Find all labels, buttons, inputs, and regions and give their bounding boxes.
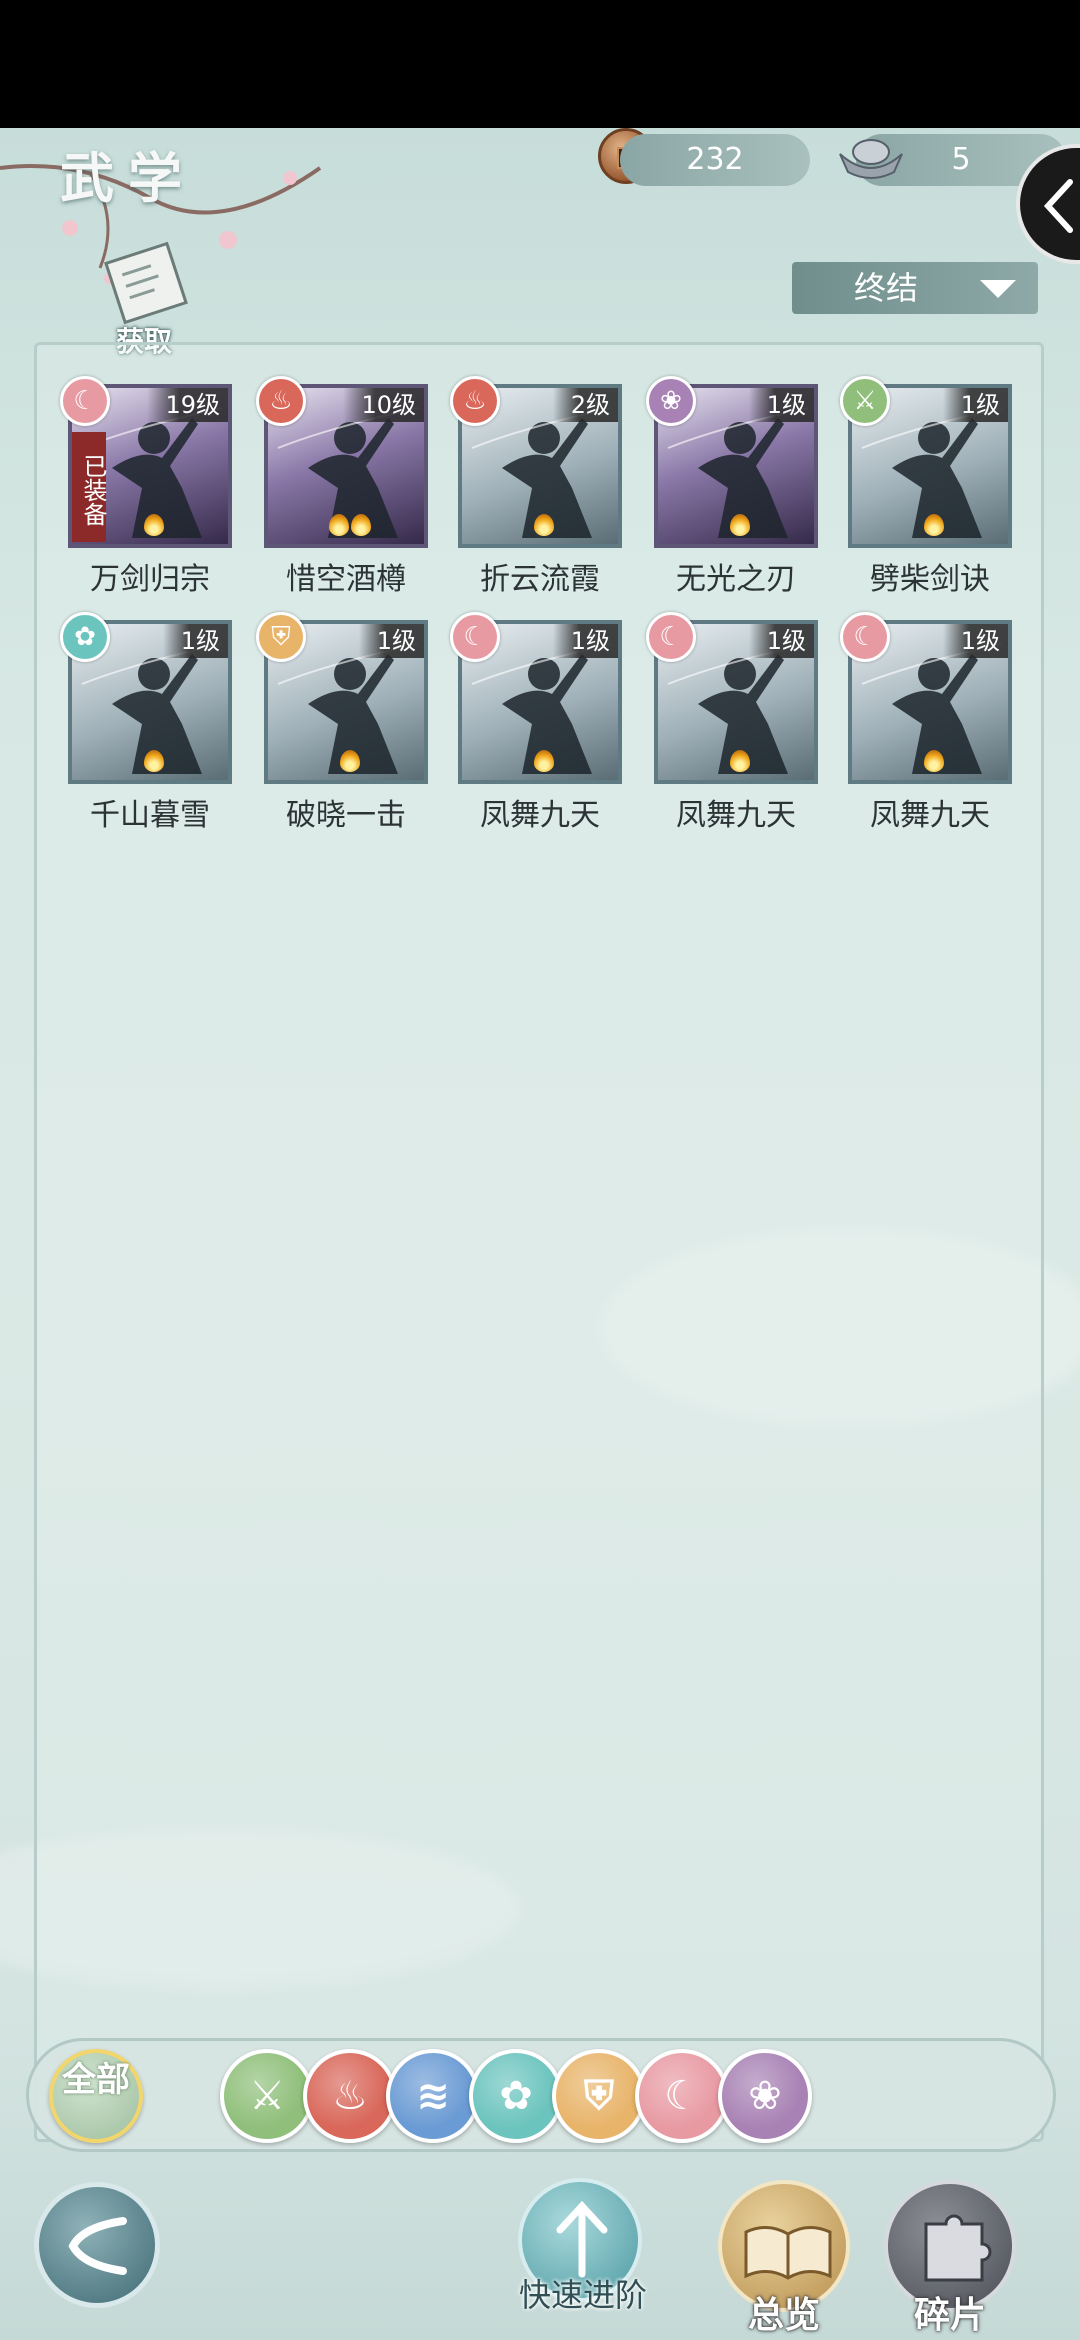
category-filter-bar: 全部 ⚔ ♨ ≋ ✿ ⛨ ☾ ❀ bbox=[26, 2038, 1056, 2152]
category-wave-button[interactable]: ≋ bbox=[386, 2049, 480, 2143]
skill-level: 1级 bbox=[748, 388, 814, 422]
rose-icon: ❀ bbox=[646, 376, 696, 426]
flame-icon bbox=[924, 514, 944, 536]
scroll-icon bbox=[104, 241, 188, 325]
skill-name: 千山暮雪 bbox=[90, 798, 210, 833]
category-sword-button[interactable]: ⚔ bbox=[220, 2049, 314, 2143]
flame-icon bbox=[351, 514, 371, 536]
skill-name: 惜空酒樽 bbox=[286, 562, 406, 597]
up-arrow-icon bbox=[556, 2200, 608, 2278]
category-crescent-button[interactable]: ☾ bbox=[635, 2049, 729, 2143]
skill-level: 1级 bbox=[162, 624, 228, 658]
flame-icon bbox=[730, 750, 750, 772]
star-flames bbox=[852, 750, 1008, 776]
category-all-label: 全部 bbox=[62, 2060, 130, 2100]
skill-level: 1级 bbox=[942, 388, 1008, 422]
obtain-button[interactable]: 获取 bbox=[96, 238, 192, 358]
star-flames bbox=[268, 514, 424, 540]
crescent-icon: ☾ bbox=[450, 612, 500, 662]
skill-name: 劈柴剑诀 bbox=[870, 562, 990, 597]
martial-arts-screen: 武学 232 5 获取 终结 19级 已装备 ☾ 万剑归宗 10级 ♨ 惜空酒樽 2级 ♨ 折云流… bbox=[0, 128, 1080, 2340]
sword-icon: ⚔ bbox=[249, 2073, 285, 2119]
star-flames bbox=[462, 514, 618, 540]
back-button[interactable] bbox=[34, 2182, 160, 2308]
category-fire-button[interactable]: ♨ bbox=[303, 2049, 397, 2143]
silver-ingot-icon bbox=[839, 139, 903, 179]
crescent-icon: ☾ bbox=[60, 376, 110, 426]
category-all-button[interactable]: 全部 bbox=[49, 2049, 143, 2143]
triangle-down-icon bbox=[980, 280, 1016, 298]
skill-name: 折云流霞 bbox=[480, 562, 600, 597]
fire-icon: ♨ bbox=[256, 376, 306, 426]
filter-dropdown[interactable]: 终结 bbox=[792, 262, 1038, 314]
skill-level: 2级 bbox=[552, 388, 618, 422]
star-flames bbox=[658, 750, 814, 776]
butterfly-icon: ✿ bbox=[60, 612, 110, 662]
star-flames bbox=[72, 514, 228, 540]
skill-name: 凤舞九天 bbox=[676, 798, 796, 833]
crescent-icon: ☾ bbox=[840, 612, 890, 662]
flame-icon bbox=[340, 750, 360, 772]
skill-name: 破晓一击 bbox=[286, 798, 406, 833]
star-flames bbox=[72, 750, 228, 776]
skill-name: 凤舞九天 bbox=[870, 798, 990, 833]
star-flames bbox=[462, 750, 618, 776]
quick-advance-label: 快速进阶 bbox=[518, 2276, 647, 2314]
fire-icon: ♨ bbox=[332, 2073, 368, 2119]
skill-level: 1级 bbox=[942, 624, 1008, 658]
fragments-label: 碎片 bbox=[913, 2295, 986, 2336]
chevron-left-icon bbox=[1043, 179, 1073, 233]
flame-icon bbox=[924, 750, 944, 772]
skills-panel bbox=[34, 342, 1044, 2142]
category-rose-button[interactable]: ❀ bbox=[718, 2049, 812, 2143]
skill-level: 10级 bbox=[343, 388, 424, 422]
skill-level: 1级 bbox=[358, 624, 424, 658]
flame-icon bbox=[534, 750, 554, 772]
sword-icon: ⚔ bbox=[840, 376, 890, 426]
skill-level: 19级 bbox=[147, 388, 228, 422]
butterfly-icon: ✿ bbox=[499, 2073, 533, 2119]
skill-level: 1级 bbox=[552, 624, 618, 658]
star-flames bbox=[658, 514, 814, 540]
crescent-icon: ☾ bbox=[646, 612, 696, 662]
back-arrow-icon bbox=[68, 2217, 127, 2275]
flame-icon bbox=[144, 514, 164, 536]
skill-level: 1级 bbox=[748, 624, 814, 658]
rose-icon: ❀ bbox=[748, 2073, 782, 2119]
skill-name: 凤舞九天 bbox=[480, 798, 600, 833]
copper-currency: 232 bbox=[620, 134, 810, 186]
flame-icon bbox=[534, 514, 554, 536]
star-flames bbox=[852, 514, 1008, 540]
filter-selected-value: 终结 bbox=[854, 269, 919, 307]
fire-icon: ♨ bbox=[450, 376, 500, 426]
skill-name: 无光之刃 bbox=[676, 562, 796, 597]
overview-label: 总览 bbox=[747, 2295, 820, 2336]
flame-icon bbox=[144, 750, 164, 772]
page-title: 武学 bbox=[60, 146, 196, 210]
crescent-icon: ☾ bbox=[664, 2073, 700, 2119]
wave-icon: ≋ bbox=[416, 2073, 450, 2119]
category-shield-button[interactable]: ⛨ bbox=[552, 2049, 646, 2143]
flame-icon bbox=[329, 514, 349, 536]
shield-icon: ⛨ bbox=[256, 612, 306, 662]
flame-icon bbox=[730, 514, 750, 536]
star-flames bbox=[268, 750, 424, 776]
shield-icon: ⛨ bbox=[584, 2073, 614, 2119]
skill-name: 万剑归宗 bbox=[90, 562, 210, 597]
category-butterfly-button[interactable]: ✿ bbox=[469, 2049, 563, 2143]
